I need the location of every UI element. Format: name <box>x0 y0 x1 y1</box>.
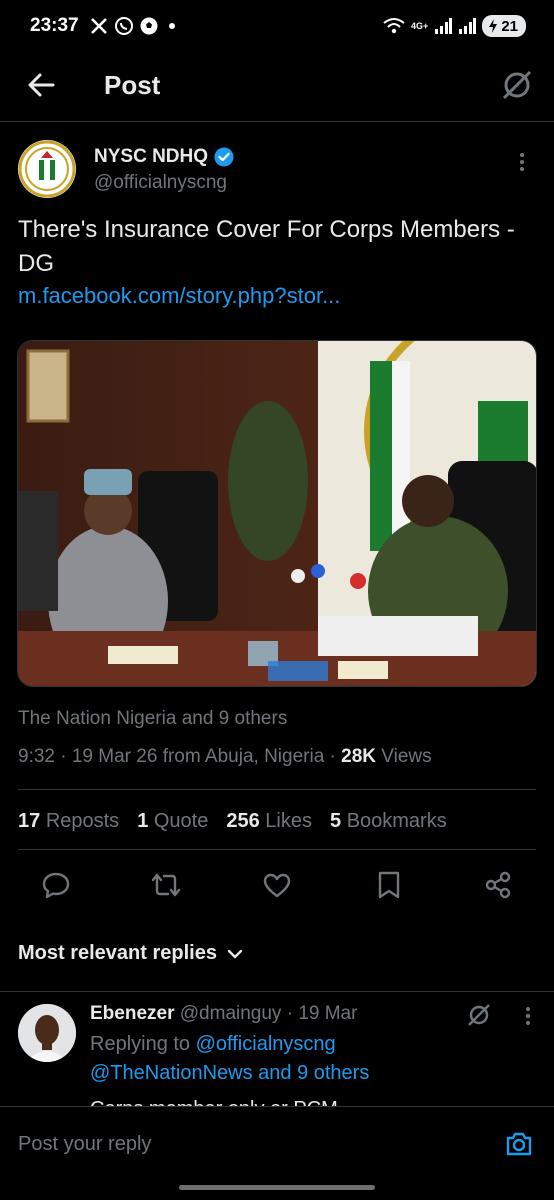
replying-to: Replying to @officialnyscng <box>90 1033 336 1055</box>
reply-avatar[interactable] <box>18 1004 76 1062</box>
bookmark-icon[interactable] <box>374 870 404 900</box>
reply-date: · 19 Mar <box>281 1003 358 1024</box>
football-icon <box>140 17 158 35</box>
post-timestamp: 9:32 · 19 Mar 26 from Abuja, Nigeria · <box>18 746 342 767</box>
whatsapp-icon <box>114 17 133 35</box>
grok-icon[interactable] <box>466 1002 492 1028</box>
signal-icon <box>435 18 453 34</box>
replies-sort-dropdown[interactable]: Most relevant replies <box>18 942 243 965</box>
author-handle: @officialnyscng <box>94 172 227 193</box>
like-icon[interactable] <box>262 870 292 900</box>
post-meta: 9:32 · 19 Mar 26 from Abuja, Nigeria · 2… <box>18 746 432 768</box>
more-options-icon[interactable] <box>518 1004 538 1028</box>
grok-icon[interactable] <box>500 68 534 102</box>
more-options-icon[interactable] <box>512 150 532 174</box>
views-count: 28K <box>341 746 377 767</box>
gesture-bar <box>179 1185 375 1190</box>
post-stats: 17 Reposts 1 Quote 256 Likes 5 Bookmarks <box>18 810 447 833</box>
divider <box>18 849 536 850</box>
reply-author-handle[interactable]: @dmainguy <box>180 1003 282 1024</box>
battery-level: 21 <box>501 17 518 35</box>
arrow-left-icon[interactable] <box>26 70 56 100</box>
notification-dot <box>168 23 175 29</box>
press-conference-photo <box>18 341 536 686</box>
post-actions <box>0 868 554 908</box>
views-label: Views <box>376 746 432 767</box>
x-app-icon <box>90 18 107 34</box>
post-reposted-by[interactable]: The Nation Nigeria and 9 others <box>18 708 287 730</box>
post-image[interactable] <box>17 340 537 687</box>
reply-input-placeholder[interactable]: Post your reply <box>18 1133 151 1156</box>
reply-composer[interactable]: Post your reply <box>0 1106 554 1200</box>
share-icon[interactable] <box>483 870 513 900</box>
likes-stat[interactable]: 256 Likes <box>226 810 312 833</box>
reply-header: Ebenezer @dmainguy · 19 Mar <box>90 1003 357 1025</box>
top-app-bar: Post <box>0 52 554 122</box>
verified-badge-icon <box>214 147 234 167</box>
post-text: There's Insurance Cover For Corps Member… <box>18 216 515 277</box>
post-link[interactable]: m.facebook.com/story.php?stor... <box>18 283 340 309</box>
replies-sort-label: Most relevant replies <box>18 942 217 964</box>
status-bar: 23:37 4G+ 21 <box>0 0 554 52</box>
reply-icon[interactable] <box>41 870 71 900</box>
bookmarks-stat[interactable]: 5 Bookmarks <box>330 810 447 833</box>
reposts-stat[interactable]: 17 Reposts <box>18 810 119 833</box>
wifi-icon <box>383 18 405 34</box>
post-author[interactable]: NYSC NDHQ @officialnyscng <box>18 140 538 200</box>
author-avatar[interactable] <box>18 140 76 198</box>
divider <box>0 991 554 992</box>
divider <box>18 789 536 790</box>
battery-icon: 21 <box>482 15 526 37</box>
camera-icon[interactable] <box>504 1129 534 1159</box>
reply-text: Corps member only or PCM <box>90 1092 338 1106</box>
signal-icon <box>459 18 477 34</box>
quotes-stat[interactable]: 1 Quote <box>137 810 208 833</box>
chevron-down-icon <box>227 949 243 958</box>
repost-icon[interactable] <box>151 870 181 900</box>
author-name: NYSC NDHQ <box>94 146 209 167</box>
network-type: 4G+ <box>411 20 429 31</box>
mention-link[interactable]: @officialnyscng <box>196 1033 336 1055</box>
reply-author-name[interactable]: Ebenezer <box>90 1003 174 1024</box>
page-title: Post <box>104 70 161 100</box>
replying-to-more[interactable]: @TheNationNews and 9 others <box>90 1062 369 1085</box>
status-time: 23:37 <box>30 15 79 36</box>
